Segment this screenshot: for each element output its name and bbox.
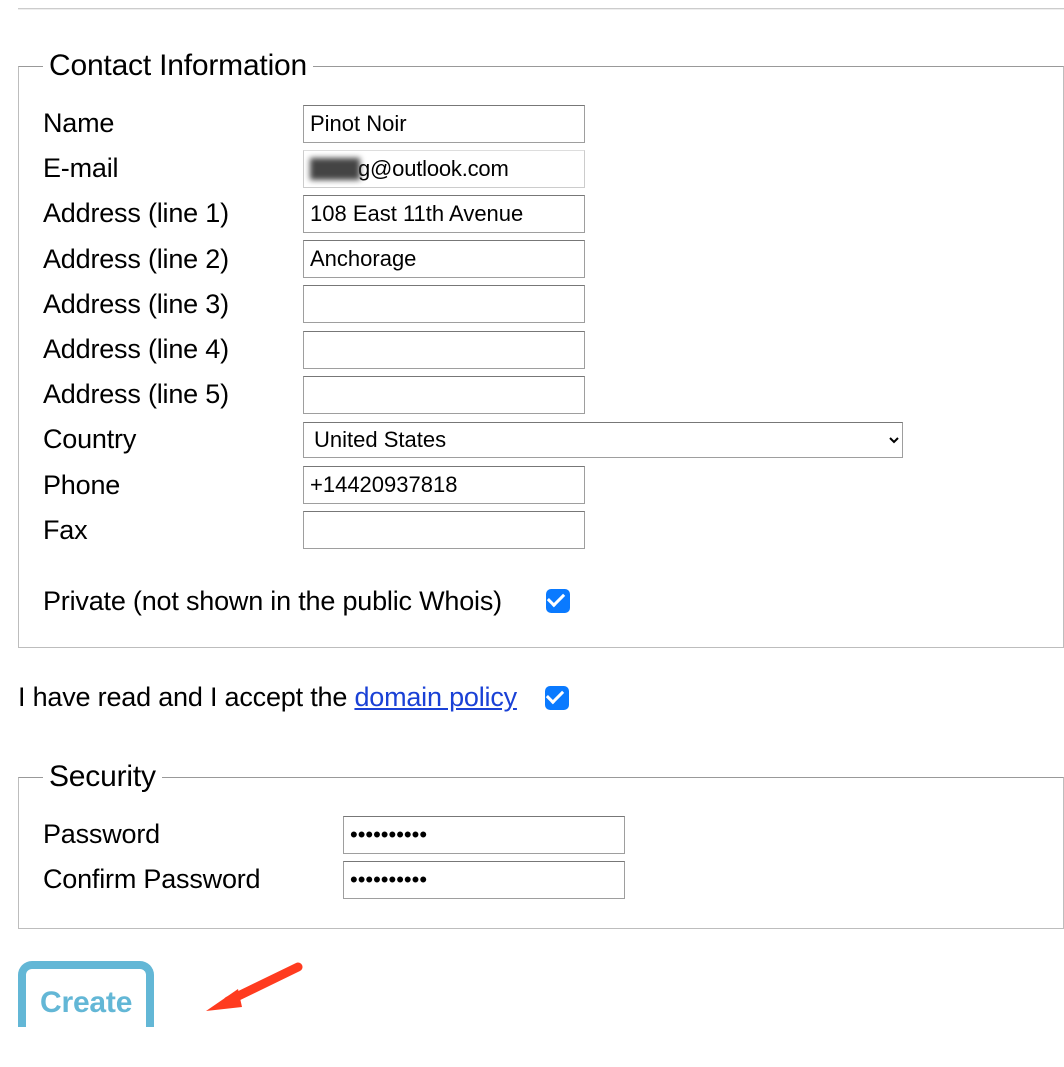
addr1-label: Address (line 1) (43, 192, 303, 235)
addr2-input[interactable] (303, 240, 585, 278)
addr5-label: Address (line 5) (43, 373, 303, 416)
arrow-annotation-icon (198, 959, 308, 1019)
security-fieldset: Security Password Confirm Password (18, 753, 1064, 928)
confirm-password-label: Confirm Password (43, 858, 343, 901)
private-checkbox[interactable] (546, 589, 570, 613)
policy-text: I have read and I accept the domain poli… (18, 676, 517, 719)
name-label: Name (43, 102, 303, 145)
private-label: Private (not shown in the public Whois) (43, 580, 502, 623)
password-label: Password (43, 813, 343, 856)
security-legend: Security (43, 753, 162, 801)
addr3-input[interactable] (303, 285, 585, 323)
addr1-input[interactable] (303, 195, 585, 233)
phone-input[interactable] (303, 466, 585, 504)
addr2-label: Address (line 2) (43, 238, 303, 281)
contact-legend: Contact Information (43, 42, 313, 90)
confirm-password-input[interactable] (343, 861, 625, 899)
password-input[interactable] (343, 816, 625, 854)
redaction-mask (310, 158, 360, 180)
phone-label: Phone (43, 464, 303, 507)
email-label: E-mail (43, 147, 303, 190)
fax-label: Fax (43, 509, 303, 552)
domain-policy-link[interactable]: domain policy (354, 682, 517, 712)
email-visible: g@outlook.com (358, 151, 509, 186)
addr3-label: Address (line 3) (43, 283, 303, 326)
top-divider (18, 8, 1064, 10)
create-button[interactable]: Create (18, 961, 154, 1027)
policy-checkbox[interactable] (545, 686, 569, 710)
name-input[interactable] (303, 105, 585, 143)
email-input[interactable]: g@outlook.com (303, 150, 585, 188)
country-label: Country (43, 418, 303, 461)
country-select[interactable]: United States (303, 422, 903, 458)
addr4-label: Address (line 4) (43, 328, 303, 371)
contact-fieldset: Contact Information Name E-mail g@outloo… (18, 42, 1064, 648)
addr5-input[interactable] (303, 376, 585, 414)
addr4-input[interactable] (303, 331, 585, 369)
fax-input[interactable] (303, 511, 585, 549)
